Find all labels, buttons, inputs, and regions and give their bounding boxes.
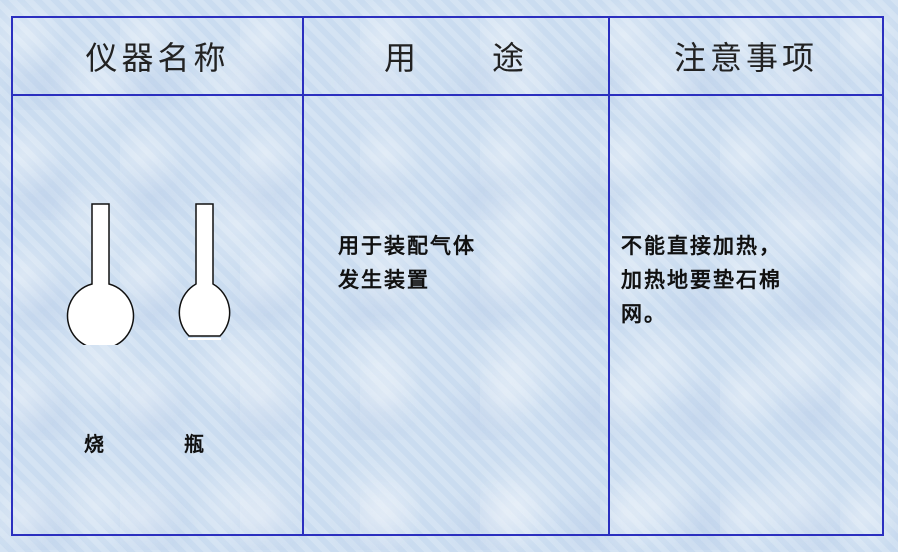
notes-line-3: 网。 [621, 302, 667, 326]
header-notes: 注意事项 [673, 39, 818, 77]
header-use: 用 途 [383, 39, 528, 77]
column-divider-2 [608, 18, 610, 534]
round-bottom-flask [66, 203, 135, 345]
flask-diagram [66, 203, 231, 345]
notes-line-2: 加热地要垫石棉 [621, 268, 782, 292]
flat-bottom-flask [178, 203, 231, 340]
flask-label-1: 烧 [84, 432, 104, 456]
column-divider-1 [302, 18, 304, 534]
header-instrument-name: 仪器名称 [85, 39, 230, 77]
header-divider [13, 94, 882, 96]
use-line-2: 发生装置 [338, 268, 430, 292]
notes-line-1: 不能直接加热， [621, 234, 782, 258]
notes-text: 不能直接加热， 加热地要垫石棉 网。 [621, 229, 871, 331]
use-line-1: 用于装配气体 [338, 234, 476, 258]
use-text: 用于装配气体 发生装置 [338, 229, 568, 297]
flask-label-2: 瓶 [184, 432, 204, 456]
